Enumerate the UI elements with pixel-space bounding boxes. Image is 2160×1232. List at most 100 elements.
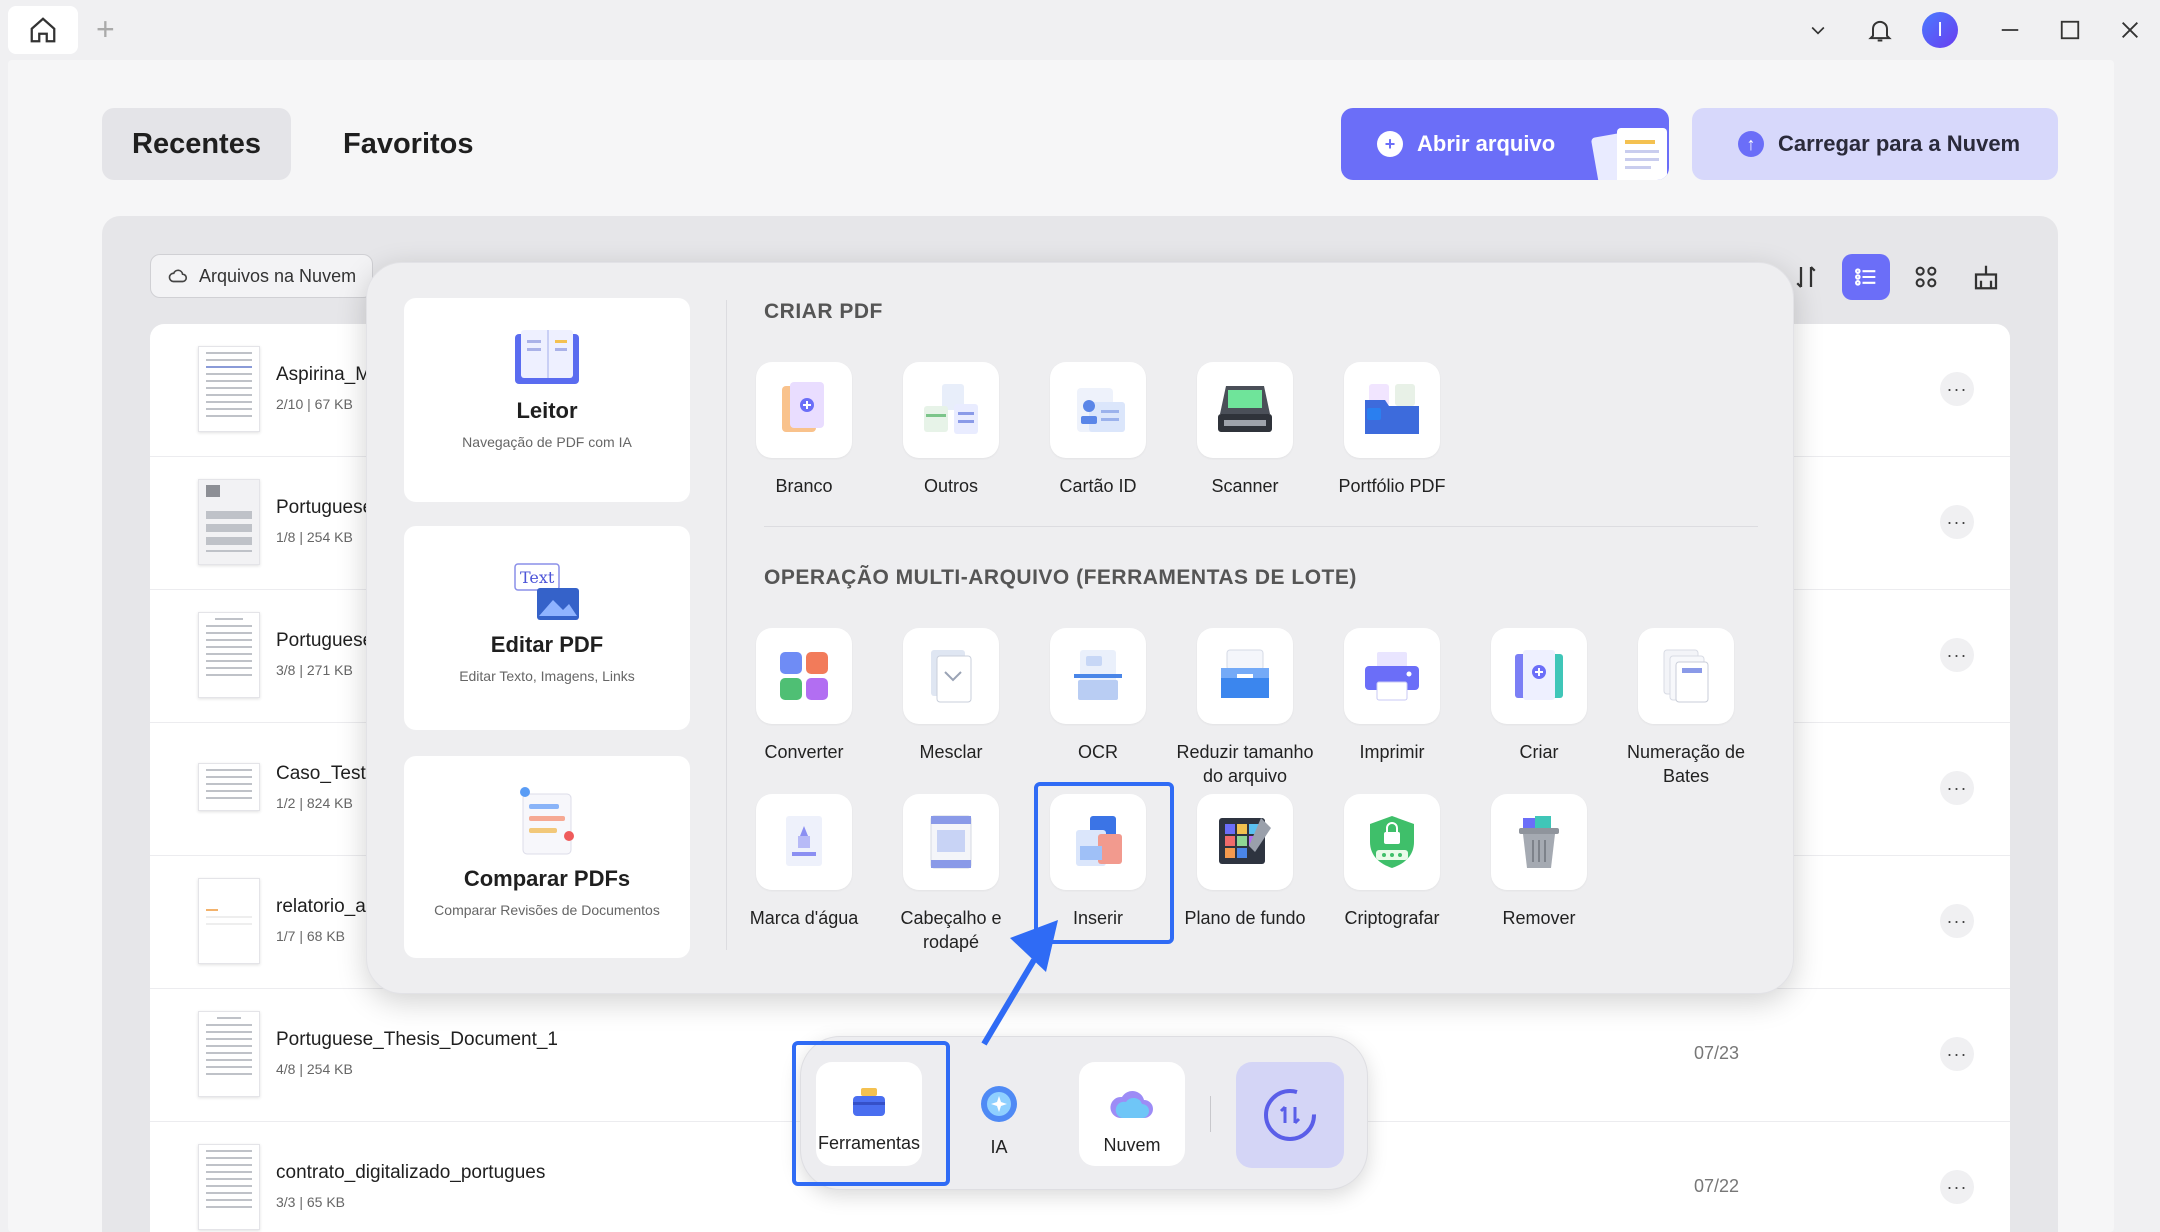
swap-arrows-icon (1264, 1089, 1316, 1141)
tool-watermark[interactable]: Marca d'água (731, 794, 877, 930)
edit-pdf-card[interactable]: Text Editar PDF Editar Texto, Imagens, L… (404, 526, 690, 730)
compare-pdfs-subtitle: Comparar Revisões de Documentos (434, 902, 660, 918)
new-tab-plus-icon[interactable]: + (96, 13, 115, 45)
tool-label: Mesclar (919, 742, 983, 762)
maximize-icon[interactable] (2050, 10, 2090, 50)
list-view-icon[interactable] (1842, 254, 1890, 300)
trash-bin-icon (1519, 816, 1559, 868)
edit-pdf-title: Editar PDF (490, 632, 604, 657)
merge-pages-icon (931, 650, 972, 703)
cloud-files-filter[interactable]: Arquivos na Nuvem (150, 254, 374, 298)
tool-label: Branco (775, 476, 833, 496)
dock-cloud-label: Nuvem (1103, 1135, 1161, 1155)
tool-print[interactable]: Imprimir (1319, 628, 1465, 764)
tool-label: Criar (1519, 742, 1559, 762)
dock-separator (1210, 1096, 1211, 1132)
tool-encrypt[interactable]: Criptografar (1319, 794, 1465, 930)
minimize-icon[interactable] (1990, 10, 2030, 50)
file-thumbnail (198, 763, 260, 811)
file-meta: 3/3 | 65 KB (276, 1194, 346, 1210)
file-date: 07/22 (1694, 1176, 1740, 1196)
chevron-down-icon[interactable] (1798, 10, 1838, 50)
title-bar: + I (0, 0, 2160, 60)
file-thumbnail (198, 612, 260, 698)
file-name: Portuguese_Thesis_Document_1 (276, 1029, 559, 1050)
tool-ocr[interactable]: OCR (1025, 628, 1171, 764)
file-thumbnail (198, 1011, 260, 1097)
dock-ai-label: IA (990, 1137, 1008, 1157)
dock-cloud-button[interactable]: Nuvem (1079, 1062, 1185, 1166)
section-divider (764, 526, 1758, 527)
upload-arrow-icon: ↑ (1738, 131, 1764, 157)
dock-switch-button[interactable] (1236, 1062, 1344, 1168)
ai-assistant-icon (981, 1086, 1017, 1122)
file-name: Aspirina_M (276, 364, 372, 385)
file-meta: 4/8 | 254 KB (276, 1061, 353, 1077)
watermark-icon (786, 816, 822, 866)
documents-illustration-icon (1591, 128, 1667, 180)
tool-header-footer[interactable]: Cabeçalho e rodapé (878, 794, 1024, 954)
cloud-icon (168, 269, 188, 283)
home-tab[interactable] (8, 6, 78, 54)
file-date: 07/23 (1694, 1043, 1740, 1063)
home-icon (30, 17, 56, 43)
encrypt-shield-icon (1370, 816, 1414, 868)
tool-pdf-portfolio[interactable]: Portfólio PDF (1319, 362, 1465, 498)
more-options-button[interactable]: ··· (1940, 904, 1974, 938)
popup-divider (726, 300, 727, 950)
tool-blank[interactable]: Branco (731, 362, 877, 498)
compress-box-icon (1221, 649, 1269, 698)
book-icon (515, 330, 579, 384)
dock-ai-button[interactable]: IA (946, 1062, 1052, 1166)
more-options-button[interactable]: ··· (1940, 372, 1974, 406)
portfolio-folder-icon (1365, 384, 1419, 434)
blank-page-icon (782, 382, 824, 432)
open-file-button[interactable]: + Abrir arquivo (1341, 108, 1669, 180)
tool-compress[interactable]: Reduzir tamanho do arquivo (1172, 628, 1318, 788)
edit-text-image-icon: Text (514, 563, 579, 620)
upload-cloud-button[interactable]: ↑ Carregar para a Nuvem (1692, 108, 2058, 180)
more-options-button[interactable]: ··· (1940, 638, 1974, 672)
tool-others[interactable]: Outros (878, 362, 1024, 498)
avatar[interactable]: I (1922, 12, 1958, 48)
tool-convert[interactable]: Converter (731, 628, 877, 764)
tool-label: Criptografar (1344, 908, 1440, 928)
tab-recent[interactable]: Recentes (102, 108, 291, 180)
create-document-icon (1515, 650, 1563, 700)
close-icon[interactable] (2110, 10, 2150, 50)
file-thumbnail (198, 479, 260, 565)
ocr-scan-icon (1074, 650, 1122, 700)
tab-favorites[interactable]: Favoritos (313, 108, 504, 180)
tool-merge[interactable]: Mesclar (878, 628, 1024, 764)
bell-icon[interactable] (1860, 10, 1900, 50)
file-thumbnail (198, 346, 260, 432)
more-options-button[interactable]: ··· (1940, 1037, 1974, 1071)
more-options-button[interactable]: ··· (1940, 505, 1974, 539)
compare-pdfs-card[interactable]: Comparar PDFs Comparar Revisões de Docum… (404, 756, 690, 958)
insert-highlight (1034, 782, 1174, 944)
tool-scanner[interactable]: Scanner (1172, 362, 1318, 498)
compare-documents-icon (520, 787, 574, 855)
more-options-button[interactable]: ··· (1940, 771, 1974, 805)
printer-icon (1365, 652, 1419, 701)
file-thumbnail (198, 1144, 260, 1230)
clean-broom-icon[interactable] (1962, 254, 2010, 300)
bates-numbering-icon (1663, 649, 1709, 703)
file-name: Portuguese (276, 630, 374, 651)
tool-remove[interactable]: Remover (1466, 794, 1612, 930)
more-options-button[interactable]: ··· (1940, 1170, 1974, 1204)
cloud-files-label: Arquivos na Nuvem (199, 265, 357, 286)
open-file-label: Abrir arquivo (1417, 131, 1556, 156)
tool-id-card[interactable]: Cartão ID (1025, 362, 1171, 498)
tool-label: Outros (923, 476, 979, 496)
tool-label: Remover (1502, 908, 1576, 928)
other-formats-icon (924, 384, 978, 434)
tool-create[interactable]: Criar (1466, 628, 1612, 764)
compare-pdfs-title: Comparar PDFs (463, 866, 631, 891)
tool-background[interactable]: Plano de fundo (1172, 794, 1318, 930)
tool-bates-numbering[interactable]: Numeração de Bates (1613, 628, 1759, 788)
batch-section-title: OPERAÇÃO MULTI-ARQUIVO (FERRAMENTAS DE L… (764, 566, 1357, 589)
background-palette-icon (1219, 818, 1271, 864)
reader-card[interactable]: Leitor Navegação de PDF com IA (404, 298, 690, 502)
grid-view-icon[interactable] (1902, 254, 1950, 300)
